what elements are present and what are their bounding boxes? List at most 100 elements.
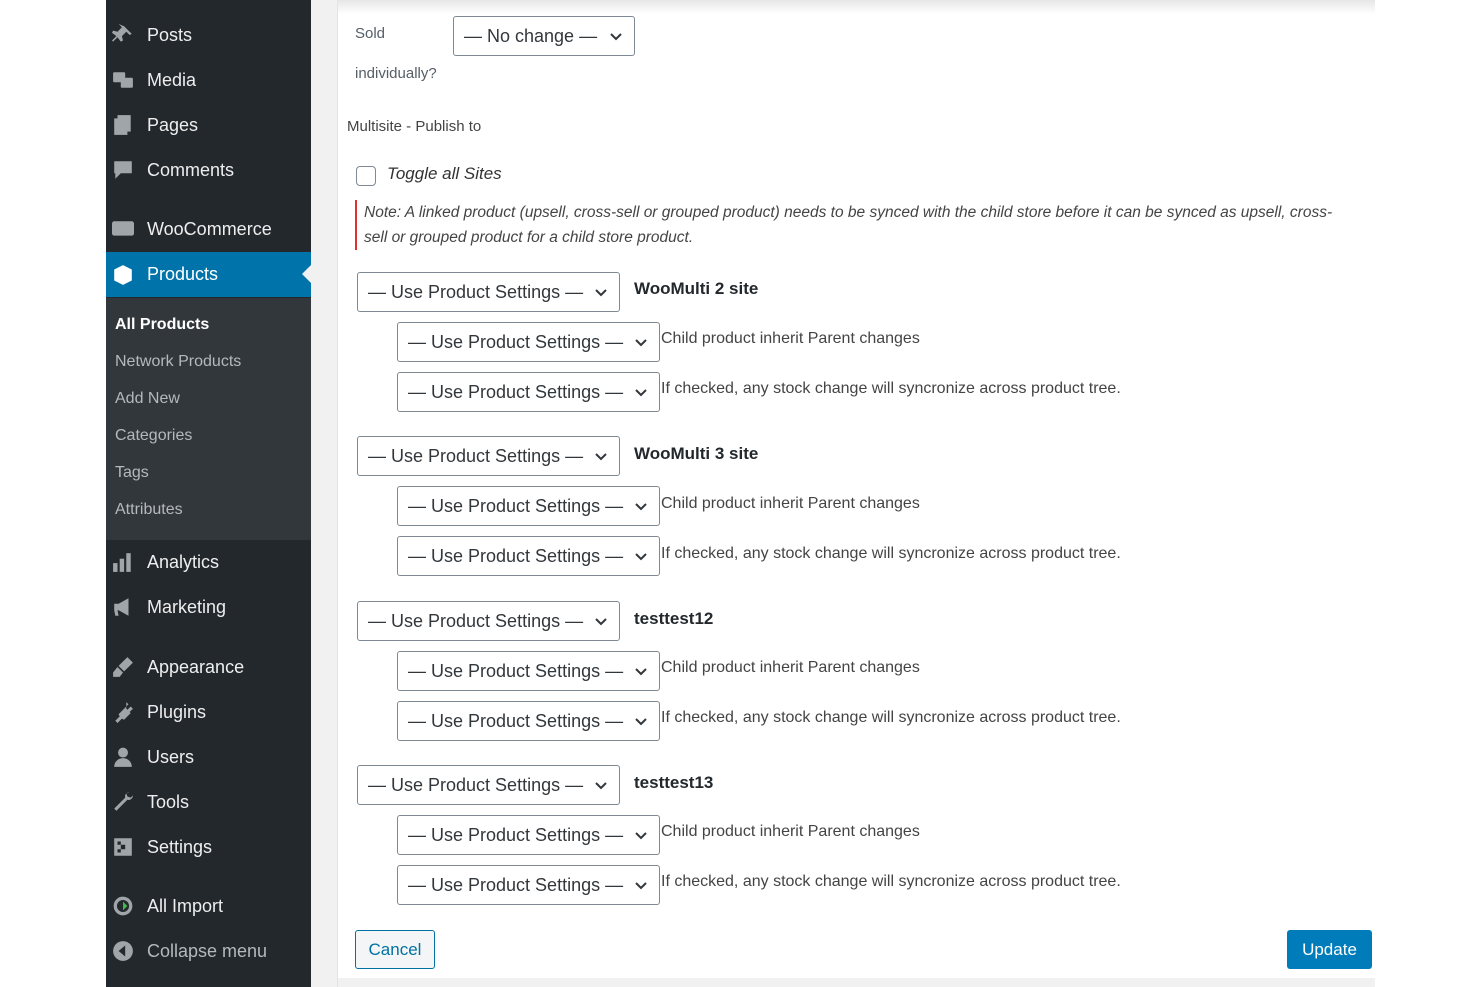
products-submenu: All Products Network Products Add New Ca… xyxy=(106,298,311,540)
submenu-tags[interactable]: Tags xyxy=(115,464,149,482)
chevron-down-icon xyxy=(633,663,649,679)
menu-all-import[interactable]: All Import xyxy=(106,885,311,927)
submenu-attributes[interactable]: Attributes xyxy=(115,501,183,519)
site-publish-select[interactable]: — Use Product Settings — xyxy=(357,436,620,476)
menu-appearance[interactable]: Appearance xyxy=(106,646,311,688)
menu-label: Media xyxy=(147,69,197,90)
chevron-down-icon xyxy=(633,498,649,514)
brush-icon xyxy=(111,655,135,679)
inherit-description: Child product inherit Parent changes xyxy=(661,495,920,512)
menu-tools[interactable]: Tools xyxy=(106,781,311,823)
menu-label: Collapse menu xyxy=(147,940,268,961)
menu-analytics[interactable]: Analytics xyxy=(106,541,311,583)
content-gutter xyxy=(311,0,338,987)
bottom-bar xyxy=(338,978,1375,987)
menu-label: Comments xyxy=(147,159,235,180)
menu-label: Products xyxy=(147,264,219,284)
megaphone-icon xyxy=(111,595,135,619)
site-publish-select[interactable]: — Use Product Settings — xyxy=(357,765,620,805)
menu-label: Settings xyxy=(147,836,213,857)
site-publish-select[interactable]: — Use Product Settings — xyxy=(357,601,620,641)
menu-marketing[interactable]: Marketing xyxy=(106,586,311,628)
menu-pages[interactable]: Pages xyxy=(106,104,311,146)
box-icon xyxy=(111,263,135,287)
chevron-down-icon xyxy=(633,384,649,400)
wrench-icon xyxy=(111,790,135,814)
menu-plugins[interactable]: Plugins xyxy=(106,691,311,733)
menu-label: Users xyxy=(147,746,195,767)
site-publish-select[interactable]: — Use Product Settings — xyxy=(357,272,620,312)
select-value: — Use Product Settings — xyxy=(368,281,584,302)
menu-label: Appearance xyxy=(147,656,245,677)
inherit-select[interactable]: — Use Product Settings — xyxy=(397,322,660,362)
stock-sync-description: If checked, any stock change will syncro… xyxy=(661,709,1121,726)
pages-icon xyxy=(111,113,135,137)
site-name: WooMulti 3 site xyxy=(634,444,759,463)
sold-individually-select[interactable]: — No change — xyxy=(453,16,635,56)
menu-collapse[interactable]: Collapse menu xyxy=(106,930,311,972)
update-button[interactable]: Update xyxy=(1287,930,1372,969)
inherit-description: Child product inherit Parent changes xyxy=(661,659,920,676)
cancel-button[interactable]: Cancel xyxy=(355,930,435,969)
submenu-all-products[interactable]: All Products xyxy=(115,316,209,334)
select-value: — Use Product Settings — xyxy=(408,710,624,731)
inherit-select[interactable]: — Use Product Settings — xyxy=(397,651,660,691)
settings-icon xyxy=(111,835,135,859)
stock-sync-select[interactable]: — Use Product Settings — xyxy=(397,701,660,741)
chevron-down-icon xyxy=(608,28,624,44)
submenu-add-new[interactable]: Add New xyxy=(115,390,180,408)
comment-icon xyxy=(111,158,135,182)
chevron-down-icon xyxy=(593,777,609,793)
stock-sync-select[interactable]: — Use Product Settings — xyxy=(397,536,660,576)
chevron-down-icon xyxy=(633,877,649,893)
select-value: — Use Product Settings — xyxy=(408,874,624,895)
inherit-select[interactable]: — Use Product Settings — xyxy=(397,815,660,855)
site-name: testtest13 xyxy=(634,773,714,792)
chevron-down-icon xyxy=(633,713,649,729)
chevron-down-icon xyxy=(633,548,649,564)
sync-note: Note: A linked product (upsell, cross-se… xyxy=(355,200,1355,250)
stock-sync-description: If checked, any stock change will syncro… xyxy=(661,380,1121,397)
menu-woocommerce[interactable]: WooCommerce xyxy=(106,208,311,250)
select-value: — Use Product Settings — xyxy=(368,774,584,795)
multisite-heading: Multisite - Publish to xyxy=(347,118,482,135)
inherit-description: Child product inherit Parent changes xyxy=(661,330,920,347)
admin-sidebar: Posts Media Pages Comments WooCommerce P… xyxy=(106,0,311,987)
bar-chart-icon xyxy=(111,550,135,574)
select-value: — Use Product Settings — xyxy=(368,445,584,466)
select-value: — No change — xyxy=(464,25,598,46)
menu-comments[interactable]: Comments xyxy=(106,149,311,191)
menu-media[interactable]: Media xyxy=(106,59,311,101)
menu-settings[interactable]: Settings xyxy=(106,826,311,868)
stock-sync-select[interactable]: — Use Product Settings — xyxy=(397,372,660,412)
menu-label: Analytics xyxy=(147,551,220,572)
user-icon xyxy=(111,745,135,769)
chevron-down-icon xyxy=(633,827,649,843)
submenu-categories[interactable]: Categories xyxy=(115,427,192,445)
import-icon xyxy=(111,894,135,918)
inherit-select[interactable]: — Use Product Settings — xyxy=(397,486,660,526)
menu-label: Tools xyxy=(147,791,190,812)
menu-label: Posts xyxy=(147,24,193,45)
woo-icon xyxy=(111,217,135,241)
collapse-icon xyxy=(111,939,135,963)
menu-label: All Import xyxy=(147,895,224,916)
chevron-down-icon xyxy=(593,448,609,464)
stock-sync-select[interactable]: — Use Product Settings — xyxy=(397,865,660,905)
menu-products[interactable]: Products xyxy=(106,252,311,297)
menu-label: WooCommerce xyxy=(147,218,272,239)
pin-icon xyxy=(111,23,135,47)
toggle-all-sites-label: Toggle all Sites xyxy=(387,164,502,183)
inherit-description: Child product inherit Parent changes xyxy=(661,823,920,840)
menu-users[interactable]: Users xyxy=(106,736,311,778)
chevron-down-icon xyxy=(593,613,609,629)
top-shadow xyxy=(338,0,1375,14)
toggle-all-sites-checkbox[interactable] xyxy=(356,166,376,186)
menu-posts[interactable]: Posts xyxy=(106,14,311,56)
submenu-network-products[interactable]: Network Products xyxy=(115,353,241,371)
stock-sync-description: If checked, any stock change will syncro… xyxy=(661,873,1121,890)
select-value: — Use Product Settings — xyxy=(408,660,624,681)
select-value: — Use Product Settings — xyxy=(408,545,624,566)
select-value: — Use Product Settings — xyxy=(408,824,624,845)
plug-icon xyxy=(111,700,135,724)
